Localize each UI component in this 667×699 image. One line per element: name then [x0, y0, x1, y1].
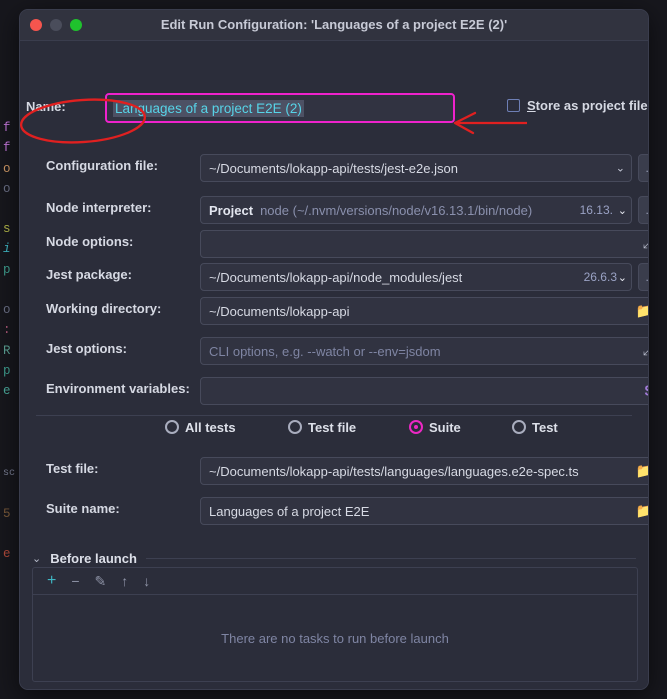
screen: func " / /one/projects/dto/create_langua…	[0, 0, 667, 699]
header-divider	[145, 557, 636, 559]
jest-package-label: Jest package:	[46, 267, 132, 282]
name-label: Name:	[26, 99, 66, 114]
row-configuration-file: Configuration file: ~/Documents/lokapp-a…	[20, 154, 648, 182]
folder-icon[interactable]: 📁	[636, 503, 648, 520]
node-interpreter-label: Node interpreter:	[46, 200, 152, 215]
row-node-interpreter: Node interpreter: Project node (~/.nvm/v…	[20, 196, 648, 224]
working-directory-label: Working directory:	[46, 301, 162, 316]
configuration-file-label: Configuration file:	[46, 158, 158, 173]
before-launch-panel: + − ✎ ↑ ↓ There are no tasks to run befo…	[32, 567, 638, 682]
jest-package-version: 26.6.3	[583, 270, 617, 284]
radio-suite-label: Suite	[429, 419, 461, 435]
jest-package-value: ~/Documents/lokapp-api/node_modules/jest	[209, 269, 463, 285]
move-up-icon[interactable]: ↑	[121, 574, 128, 588]
test-file-label: Test file:	[46, 461, 99, 476]
store-label-rest: tore as project file	[535, 98, 648, 113]
radio-all-tests-label: All tests	[185, 419, 236, 435]
remove-icon[interactable]: −	[71, 574, 79, 588]
row-test-file: Test file: ~/Documents/lokapp-api/tests/…	[20, 457, 648, 485]
jest-options-input[interactable]: CLI options, e.g. --watch or --env=jsdom…	[200, 337, 648, 365]
chevron-down-icon[interactable]: ⌄	[616, 162, 625, 175]
move-down-icon[interactable]: ↓	[143, 574, 150, 588]
dialog-title: Edit Run Configuration: 'Languages of a …	[160, 17, 508, 32]
working-directory-value: ~/Documents/lokapp-api	[209, 303, 350, 319]
add-icon[interactable]: +	[47, 573, 56, 589]
radio-test-file-label: Test file	[308, 419, 357, 435]
configuration-file-input[interactable]: ~/Documents/lokapp-api/tests/jest-e2e.js…	[200, 154, 632, 182]
test-file-input[interactable]: ~/Documents/lokapp-api/tests/languages/l…	[200, 457, 648, 485]
jest-options-label: Jest options:	[46, 341, 127, 356]
row-environment-variables: Environment variables: $	[20, 377, 648, 405]
jest-options-placeholder: CLI options, e.g. --watch or --env=jsdom	[209, 343, 441, 359]
radio-test[interactable]: Test	[512, 420, 558, 435]
node-options-label: Node options:	[46, 234, 134, 249]
node-interpreter-input[interactable]: Project node (~/.nvm/versions/node/v16.1…	[200, 196, 632, 224]
store-as-project-file-checkbox[interactable]: Store as project file	[507, 98, 648, 113]
radio-indicator	[288, 420, 302, 434]
folder-icon[interactable]: 📁	[636, 463, 648, 480]
configuration-file-browse-button[interactable]: ...	[638, 154, 648, 182]
node-interpreter-browse-button[interactable]: ...	[638, 196, 648, 224]
chevron-down-icon[interactable]: ⌄	[618, 271, 627, 284]
node-interpreter-scope: Project	[209, 202, 254, 218]
node-options-input[interactable]: ⤢	[200, 230, 648, 258]
radio-suite[interactable]: Suite	[409, 420, 461, 435]
macros-dollar-icon[interactable]: $	[645, 383, 648, 400]
divider	[36, 415, 632, 416]
radio-indicator	[165, 420, 179, 434]
radio-test-file[interactable]: Test file	[288, 420, 356, 435]
expand-icon[interactable]: ⤢	[643, 236, 648, 252]
name-input[interactable]: Languages of a project E2E (2)	[105, 93, 455, 123]
radio-indicator-selected	[409, 420, 423, 434]
store-as-project-file-label: Store as project file	[527, 98, 648, 113]
suite-name-value: Languages of a project E2E	[209, 503, 370, 519]
dialog-body: Name: Languages of a project E2E (2) Sto…	[20, 41, 648, 689]
node-interpreter-value: node (~/.nvm/versions/node/v16.13.1/bin/…	[260, 202, 533, 218]
before-launch-empty-message: There are no tasks to run before launch	[221, 631, 449, 646]
radio-all-tests[interactable]: All tests	[165, 420, 236, 435]
working-directory-input[interactable]: ~/Documents/lokapp-api 📁	[200, 297, 648, 325]
suite-name-label: Suite name:	[46, 501, 120, 516]
chevron-down-icon[interactable]: ⌄	[32, 552, 41, 565]
expand-icon[interactable]: ⤢	[643, 343, 648, 359]
edit-run-configuration-dialog: Edit Run Configuration: 'Languages of a …	[19, 9, 649, 690]
folder-icon[interactable]: 📁	[636, 303, 648, 320]
jest-package-input[interactable]: ~/Documents/lokapp-api/node_modules/jest…	[200, 263, 632, 291]
environment-variables-label: Environment variables:	[46, 381, 190, 396]
row-suite-name: Suite name: Languages of a project E2E 📁	[20, 497, 648, 525]
row-node-options: Node options: ⤢	[20, 230, 648, 258]
row-jest-options: Jest options: CLI options, e.g. --watch …	[20, 337, 648, 365]
before-launch-toolbar: + − ✎ ↑ ↓	[33, 568, 637, 595]
radio-indicator	[512, 420, 526, 434]
checkbox-box	[507, 99, 520, 112]
before-launch-header[interactable]: ⌄ Before launch	[32, 550, 636, 566]
row-working-directory: Working directory: ~/Documents/lokapp-ap…	[20, 297, 648, 325]
radio-test-label: Test	[532, 419, 558, 435]
test-file-value: ~/Documents/lokapp-api/tests/languages/l…	[209, 463, 579, 479]
jest-package-browse-button[interactable]: ...	[638, 263, 648, 291]
edit-icon[interactable]: ✎	[95, 574, 107, 588]
configuration-file-value: ~/Documents/lokapp-api/tests/jest-e2e.js…	[209, 160, 458, 176]
row-jest-package: Jest package: ~/Documents/lokapp-api/nod…	[20, 263, 648, 291]
environment-variables-input[interactable]: $	[200, 377, 648, 405]
suite-name-input[interactable]: Languages of a project E2E 📁	[200, 497, 648, 525]
mnemonic-letter: S	[527, 98, 536, 113]
node-interpreter-version: 16.13.	[579, 203, 613, 217]
before-launch-title: Before launch	[50, 550, 137, 566]
name-input-value: Languages of a project E2E (2)	[113, 99, 304, 117]
chevron-down-icon[interactable]: ⌄	[618, 204, 627, 217]
dialog-titlebar: Edit Run Configuration: 'Languages of a …	[20, 10, 648, 41]
